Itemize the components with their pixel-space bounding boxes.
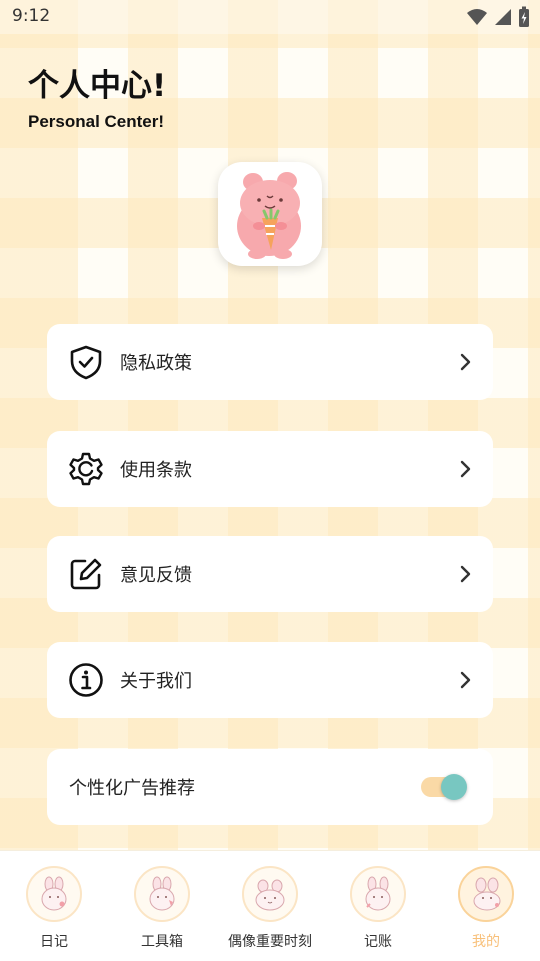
page-title: 个人中心! — [28, 68, 167, 104]
chevron-right-icon — [459, 459, 473, 479]
page-subtitle: Personal Center! — [28, 112, 165, 131]
bunny-mine-icon — [458, 866, 514, 922]
personalized-ads-row: 个性化广告推荐 — [47, 749, 493, 825]
tab-label: 偶像重要时刻 — [228, 934, 312, 950]
chevron-right-icon — [459, 564, 473, 584]
menu-item-about-us[interactable]: 关于我们 — [47, 642, 493, 718]
shield-check-icon — [68, 344, 104, 380]
bunny-toolbox-icon — [134, 866, 190, 922]
menu-item-label: 关于我们 — [120, 671, 192, 692]
chevron-right-icon — [459, 670, 473, 690]
menu-item-label: 隐私政策 — [120, 353, 192, 374]
tab-label: 我的 — [472, 934, 500, 950]
cell-signal-icon — [494, 7, 512, 27]
status-icons — [466, 6, 530, 28]
tab-idol-moments[interactable]: 偶像重要时刻 — [216, 851, 324, 961]
bunny-idol-icon — [242, 866, 298, 922]
wifi-icon — [466, 7, 488, 27]
menu-item-terms-of-use[interactable]: 使用条款 — [47, 431, 493, 507]
tab-accounting[interactable]: 记账 — [324, 851, 432, 961]
tab-diary[interactable]: 日记 — [0, 851, 108, 961]
menu-item-feedback[interactable]: 意见反馈 — [47, 536, 493, 612]
menu-item-label: 意见反馈 — [120, 565, 192, 586]
personalized-ads-toggle[interactable] — [421, 774, 467, 800]
battery-charging-icon — [518, 6, 530, 28]
menu-item-label: 使用条款 — [120, 460, 192, 481]
status-bar: 9:12 — [0, 0, 540, 34]
tab-toolbox[interactable]: 工具箱 — [108, 851, 216, 961]
tab-mine[interactable]: 我的 — [432, 851, 540, 961]
bottom-tab-bar: 日记 工具箱 偶像重要时刻 记账 我的 — [0, 850, 540, 961]
avatar[interactable] — [218, 162, 322, 266]
tab-label: 工具箱 — [141, 934, 183, 950]
info-icon — [68, 662, 104, 698]
menu-item-privacy-policy[interactable]: 隐私政策 — [47, 324, 493, 400]
toggle-knob — [441, 774, 467, 800]
pink-bunny-carrot-avatar — [237, 172, 301, 259]
personalized-ads-label: 个性化广告推荐 — [69, 778, 195, 799]
status-time: 9:12 — [12, 6, 51, 26]
gear-icon — [68, 451, 104, 487]
tab-label: 记账 — [364, 934, 392, 950]
bunny-accounting-icon — [350, 866, 406, 922]
edit-icon — [68, 556, 104, 592]
bunny-diary-icon — [26, 866, 82, 922]
tab-label: 日记 — [40, 934, 68, 950]
chevron-right-icon — [459, 352, 473, 372]
